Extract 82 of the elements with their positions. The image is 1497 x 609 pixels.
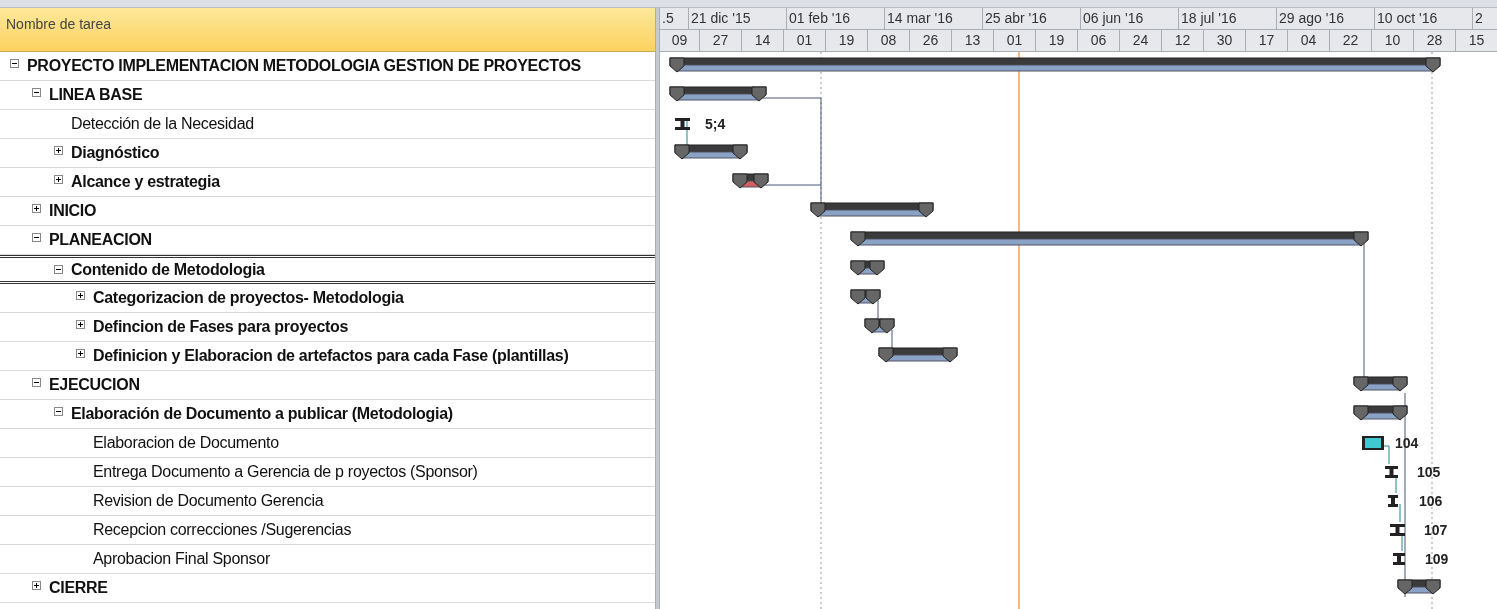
task-name: Detección de la Necesidad [71, 114, 254, 134]
task-name: EJECUCION [49, 375, 140, 395]
timescale-cell: 04 [1288, 30, 1330, 51]
expand-icon[interactable] [32, 581, 41, 590]
timescale-cell: 09 [660, 30, 700, 51]
summary-bar [850, 289, 881, 305]
timescale-cell: 01 [784, 30, 826, 51]
timescale-cell: 12 [1162, 30, 1204, 51]
summary-bar [1353, 405, 1408, 421]
task-name: CIERRE [49, 578, 108, 598]
task-name: Elaboracion de Documento [93, 433, 279, 453]
task-bar [1390, 524, 1405, 536]
column-header: Nombre de tarea [6, 16, 112, 32]
summary-bar [1397, 579, 1441, 595]
expand-icon[interactable] [76, 320, 85, 329]
timescale-cell: 22 [1330, 30, 1372, 51]
task-name: Alcance y estrategia [71, 172, 220, 192]
bar-label: 104 [1395, 435, 1419, 451]
bar-label: 106 [1419, 493, 1443, 509]
task-name: PLANEACION [49, 230, 152, 250]
summary-bar [732, 173, 769, 189]
summary-bar [1353, 376, 1408, 392]
task-name: Elaboración de Documento a publicar (Metodologia) [71, 404, 453, 424]
task-name: Recepcion correcciones /Sugerencias [93, 520, 352, 540]
collapse-icon[interactable] [54, 265, 63, 274]
collapse-icon[interactable] [32, 233, 41, 242]
timescale-cell: 10 [1372, 30, 1414, 51]
task-name: Defincion de Fases para proyectos [93, 317, 349, 337]
task-bar [675, 118, 690, 130]
task-name: Categorizacion de proyectos- Metodologia [93, 288, 404, 308]
task-name: Diagnóstico [71, 143, 160, 163]
timescale-cell: 06 jun '16 [1081, 8, 1179, 29]
timescale-cell: 06 [1078, 30, 1120, 51]
collapse-icon[interactable] [32, 88, 41, 97]
task-name: Contenido de Metodologia [71, 259, 265, 280]
task-bar [1362, 436, 1384, 450]
bar-label: 109 [1425, 551, 1449, 567]
task-name: Revision de Documento Gerencia [93, 491, 324, 511]
task-bar [1388, 495, 1398, 507]
task-name: LINEA BASE [49, 85, 143, 105]
timescale-cell: 01 [994, 30, 1036, 51]
timescale-cell: 19 [1036, 30, 1078, 51]
expand-icon[interactable] [76, 291, 85, 300]
timescale-cell: 25 abr '16 [983, 8, 1081, 29]
timescale-cell: 18 jul '16 [1179, 8, 1277, 29]
expand-icon[interactable] [32, 204, 41, 213]
timescale-cell: 01 feb '16 [787, 8, 885, 29]
collapse-icon[interactable] [10, 59, 19, 68]
timescale-cell: .5 [660, 8, 689, 29]
timescale-cell: 26 [910, 30, 952, 51]
timescale-cell: 08 [868, 30, 910, 51]
timescale-cell: 24 [1120, 30, 1162, 51]
task-name: Aprobacion Final Sponsor [93, 549, 270, 569]
task-name: PROYECTO IMPLEMENTACION METODOLOGIA GESTION DE PROYECTOS [27, 56, 581, 76]
timescale-cell: 21 dic '15 [689, 8, 787, 29]
expand-icon[interactable] [54, 146, 63, 155]
timescale-cell: 27 [700, 30, 742, 51]
expand-icon[interactable] [76, 349, 85, 358]
task-bar [1393, 553, 1405, 565]
timescale-cell: 2 [1473, 8, 1497, 29]
timescale-cell: 10 oct '16 [1375, 8, 1473, 29]
task-bar [1385, 466, 1398, 478]
bar-label: 5;4 [705, 116, 726, 132]
expand-icon[interactable] [54, 175, 63, 184]
bar-label: 105 [1417, 464, 1441, 480]
summary-bar [850, 260, 885, 276]
timescale-cell: 29 ago '16 [1277, 8, 1375, 29]
task-name: Definicion y Elaboracion de artefactos para cada Fase (plantillas) [93, 346, 569, 366]
collapse-icon[interactable] [54, 407, 63, 416]
timescale-cell: 15 [1456, 30, 1497, 51]
task-name: Entrega Documento a Gerencia de p royectos (Sponsor) [93, 462, 478, 482]
timescale-cell: 19 [826, 30, 868, 51]
collapse-icon[interactable] [32, 378, 41, 387]
timescale-cell: 13 [952, 30, 994, 51]
timescale-cell: 14 [742, 30, 784, 51]
timescale-cell: 30 [1204, 30, 1246, 51]
bar-label: 107 [1424, 522, 1448, 538]
task-name: INICIO [49, 201, 97, 221]
timescale-cell: 14 mar '16 [885, 8, 983, 29]
summary-bar [864, 318, 895, 334]
timescale-cell: 17 [1246, 30, 1288, 51]
timescale-cell: 28 [1414, 30, 1456, 51]
